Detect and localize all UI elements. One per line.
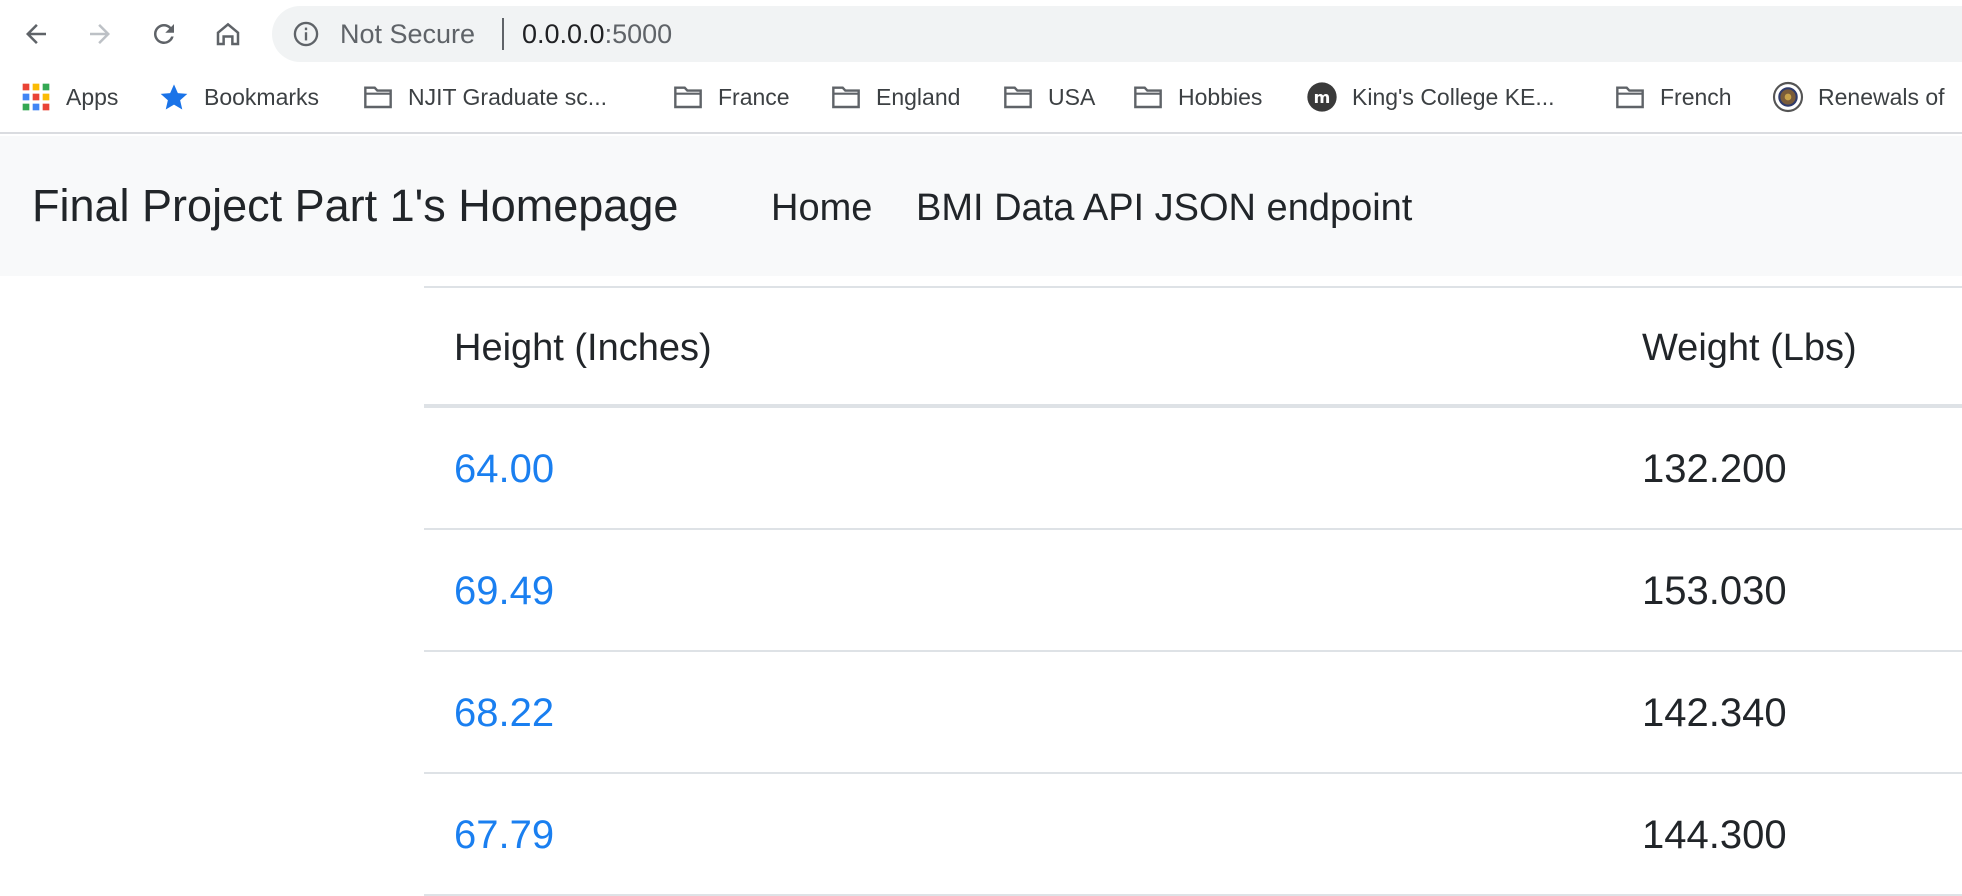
svg-text:m: m: [1314, 88, 1331, 107]
bookmark-label: Hobbies: [1178, 83, 1263, 110]
site-navbar: Final Project Part 1's Homepage Home BMI…: [0, 136, 1962, 276]
weight-value: 144.300: [1642, 813, 1787, 857]
seal-icon: [1772, 81, 1804, 113]
apps-grid-icon: [20, 81, 52, 113]
forward-arrow-icon: [90, 24, 110, 44]
bookmark-france[interactable]: France: [672, 80, 790, 114]
bookmark-label: USA: [1048, 83, 1096, 110]
omnibox-separator: [502, 18, 504, 50]
bookmark-label: King's College KE...: [1352, 83, 1555, 110]
bookmark-french[interactable]: French: [1614, 80, 1732, 114]
navbar-brand[interactable]: Final Project Part 1's Homepage: [32, 178, 678, 234]
back-arrow-icon: [26, 24, 46, 44]
bookmark-njit[interactable]: NJIT Graduate sc...: [362, 80, 607, 114]
home-icon: [216, 22, 240, 46]
height-link[interactable]: 68.22: [454, 688, 554, 738]
forward-button[interactable]: [78, 12, 122, 56]
bookmark-renewals[interactable]: Renewals of: [1772, 80, 1945, 114]
nav-link-bmi-api[interactable]: BMI Data API JSON endpoint: [916, 184, 1412, 232]
bookmark-label: NJIT Graduate sc...: [408, 83, 607, 110]
bookmark-hobbies[interactable]: Hobbies: [1132, 80, 1262, 114]
bookmarks-bar: Apps Bookmarks NJIT Graduate sc... Franc…: [0, 68, 1962, 134]
url-host: 0.0.0.0: [522, 19, 605, 49]
column-header-height: Height (Inches): [454, 327, 712, 369]
bookmark-label: Apps: [66, 83, 119, 110]
bookmark-label: France: [718, 83, 790, 110]
height-link[interactable]: 67.79: [454, 810, 554, 860]
weight-value: 132.200: [1642, 447, 1787, 491]
home-button[interactable]: [206, 12, 250, 56]
info-icon[interactable]: [292, 20, 320, 48]
height-link[interactable]: 64.00: [454, 444, 554, 494]
folder-icon: [362, 81, 394, 113]
bookmark-bookmarks[interactable]: Bookmarks: [158, 80, 319, 114]
bookmark-label: Renewals of: [1818, 83, 1945, 110]
moodle-icon: m: [1306, 81, 1338, 113]
folder-icon: [830, 81, 862, 113]
folder-icon: [672, 81, 704, 113]
bookmark-usa[interactable]: USA: [1002, 80, 1095, 114]
table-row: 64.00 132.200: [424, 408, 1962, 530]
bookmark-apps[interactable]: Apps: [20, 80, 118, 114]
table-row: 67.79 144.300: [424, 774, 1962, 896]
browser-toolbar: Not Secure 0.0.0.0:5000: [0, 0, 1962, 68]
bookmark-england[interactable]: England: [830, 80, 960, 114]
table-header-row: Height (Inches) Weight (Lbs): [424, 288, 1962, 408]
nav-link-home[interactable]: Home: [771, 184, 872, 232]
folder-icon: [1002, 81, 1034, 113]
bookmark-label: Bookmarks: [204, 83, 320, 110]
back-button[interactable]: [14, 12, 58, 56]
url-text[interactable]: 0.0.0.0:5000: [522, 20, 672, 48]
bmi-data-table: Height (Inches) Weight (Lbs) 64.00 132.2…: [424, 286, 1962, 896]
table-row: 69.49 153.030: [424, 530, 1962, 652]
folder-icon: [1132, 81, 1164, 113]
reload-icon: [153, 23, 174, 44]
star-icon: [158, 81, 190, 113]
bookmark-label: England: [876, 83, 961, 110]
height-link[interactable]: 69.49: [454, 566, 554, 616]
reload-button[interactable]: [142, 12, 186, 56]
security-label: Not Secure: [340, 19, 476, 49]
bookmark-label: French: [1660, 83, 1732, 110]
address-bar[interactable]: Not Secure 0.0.0.0:5000: [272, 6, 1962, 62]
weight-value: 142.340: [1642, 691, 1787, 735]
weight-value: 153.030: [1642, 569, 1787, 613]
column-header-weight: Weight (Lbs): [1642, 327, 1857, 369]
bookmark-kings-college[interactable]: m King's College KE...: [1306, 80, 1555, 114]
folder-icon: [1614, 81, 1646, 113]
url-port: :5000: [604, 19, 673, 49]
table-row: 68.22 142.340: [424, 652, 1962, 774]
